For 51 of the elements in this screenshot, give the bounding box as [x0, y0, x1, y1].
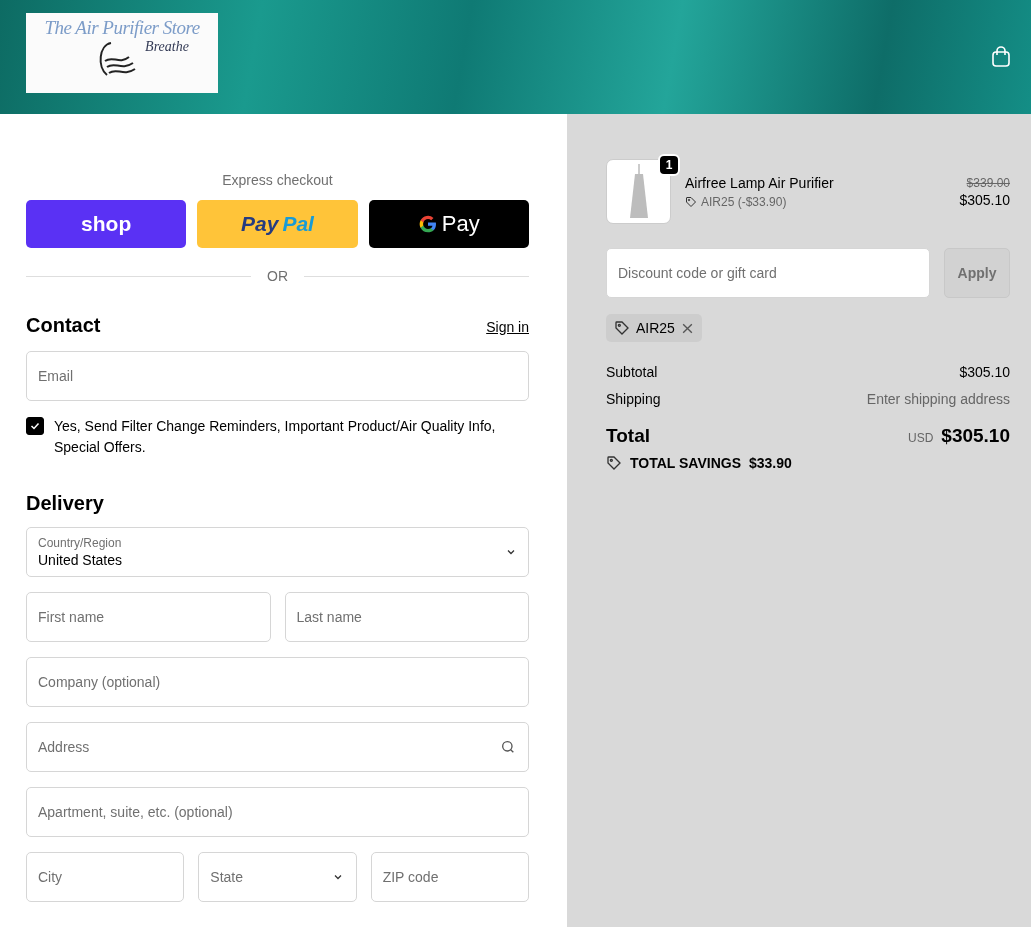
consent-label: Yes, Send Filter Change Reminders, Important Product/Air Quality Info, Special Offers. [54, 417, 497, 457]
close-icon [680, 321, 694, 335]
logo-tagline: Breathe [145, 39, 189, 55]
lamp-icon [627, 163, 650, 220]
tag-icon [685, 195, 697, 208]
search-icon [500, 739, 516, 755]
or-divider-label: OR [267, 268, 288, 284]
field-value: United States [38, 552, 123, 568]
contact-heading: Contact [26, 314, 101, 337]
input-field[interactable]: First name [26, 592, 271, 642]
currency-label: USD [907, 431, 934, 445]
input-field[interactable]: City [26, 852, 185, 902]
close-button[interactable] [680, 321, 694, 335]
input-field[interactable]: Last name [284, 592, 529, 642]
summary-label: Subtotal [606, 364, 658, 380]
summary-value: Enter shipping address [866, 391, 1010, 407]
field-label: Country/Region [38, 536, 123, 550]
discount-code: AIR25 [636, 320, 675, 336]
email-field[interactable]: Email [26, 351, 529, 401]
shop-pay-button[interactable]: shop [26, 200, 187, 248]
input-field[interactable]: Apartment, suite, etc. (optional) [26, 787, 529, 837]
checkbox[interactable] [26, 417, 44, 435]
total-amount: $305.10 [941, 425, 1010, 446]
quantity-badge: 1 [658, 154, 680, 176]
tag-icon [614, 320, 630, 336]
savings-amount: $33.90 [749, 455, 792, 471]
google-pay-button[interactable]: Pay [368, 200, 529, 248]
summary-value: $305.10 [959, 364, 1010, 380]
tag-icon [606, 455, 622, 471]
address-field[interactable]: Address [26, 722, 529, 772]
discount-label: AIR25 (-$33.90) [701, 194, 787, 209]
check-icon [29, 420, 41, 432]
input-field[interactable]: ZIP code [370, 852, 529, 902]
country-select[interactable]: Country/Region United States [26, 527, 529, 577]
shopping-bag-icon[interactable] [991, 46, 1011, 68]
sign-in-link[interactable]: Sign in [486, 319, 529, 335]
product-name: Airfree Lamp Air Purifier [685, 174, 835, 191]
store-logo[interactable]: The Air Purifier Store Breathe [26, 13, 218, 93]
input-field[interactable]: Company (optional) [26, 657, 529, 707]
delivery-heading: Delivery [26, 492, 105, 515]
summary-label: Shipping [606, 391, 661, 407]
total-label: Total [606, 425, 650, 447]
product-price: $305.10 [959, 191, 1010, 208]
discount-code-field[interactable]: Discount code or gift card [606, 248, 930, 298]
express-checkout-heading: Express checkout [221, 172, 334, 188]
paypal-button[interactable]: Pay Pal [197, 200, 358, 248]
g-logo-icon [417, 214, 438, 234]
state-select[interactable]: State [198, 852, 357, 902]
savings-label: TOTAL SAVINGS [630, 455, 741, 471]
logo-title: The Air Purifier Store [44, 17, 200, 39]
original-price: $339.00 [966, 175, 1010, 190]
